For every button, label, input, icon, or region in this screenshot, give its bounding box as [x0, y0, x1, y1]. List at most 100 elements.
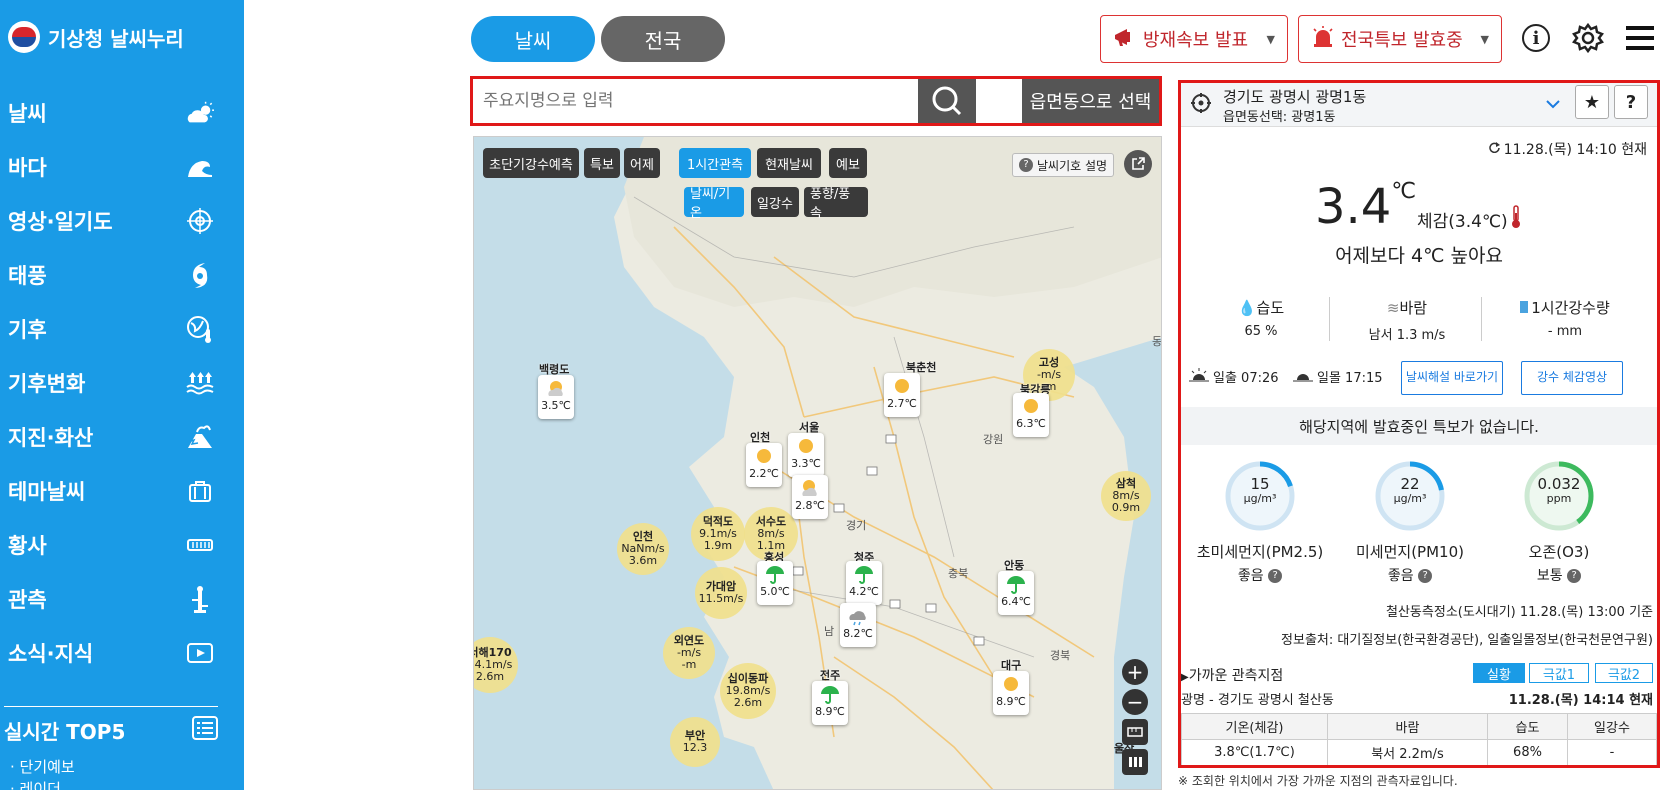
sea-station-bubble[interactable]: 십이동파 19.8m/s 2.6m — [720, 663, 776, 719]
sidebar-item-satellite-chart[interactable]: 영상·일기도 — [0, 194, 244, 248]
sidebar-item-news[interactable]: 소식·지식 — [0, 626, 244, 680]
sidebar-item-climate-change[interactable]: 기후변화 — [0, 356, 244, 410]
sea-station-bubble[interactable]: 부안 12.3 — [670, 717, 720, 767]
chip-wind[interactable]: 풍향/풍속 — [804, 187, 868, 221]
table-cell: 북서 2.2m/s — [1327, 739, 1488, 765]
temperature-value: 3.4 — [1315, 179, 1392, 235]
weather-station-marker[interactable]: 2.8℃ — [792, 475, 828, 519]
disaster-news-button[interactable]: 방재속보 발표 ▼ — [1100, 15, 1288, 63]
emd-select-button[interactable]: 읍면동으로 선택 — [1022, 79, 1159, 123]
national-warning-button[interactable]: 전국특보 발효중 ▼ — [1298, 15, 1502, 63]
region-label: 동 — [1152, 335, 1162, 348]
tab-extreme-1[interactable]: 극값1 — [1529, 663, 1589, 683]
obs-station-name: 광명 - 경기도 광명시 철산동 — [1181, 693, 1334, 708]
chip-yesterday[interactable]: 어제 — [624, 148, 660, 178]
bubble-wave: -m — [681, 658, 697, 672]
top5-item[interactable]: · 레이더 — [10, 778, 61, 799]
region-label: 남 — [824, 625, 835, 638]
search-button[interactable] — [918, 79, 976, 123]
tab-weather[interactable]: 날씨 — [471, 16, 595, 62]
help-button[interactable]: ? — [1614, 85, 1648, 119]
refresh-icon[interactable] — [1488, 141, 1500, 157]
sidebar-item-label: 태풍 — [8, 264, 47, 288]
chevron-down-icon[interactable] — [1545, 95, 1561, 114]
top5-item[interactable]: · 단기예보 — [10, 756, 75, 777]
station-temp: 8.9℃ — [815, 705, 845, 718]
weather-station-marker[interactable]: 3.5℃ — [538, 375, 574, 419]
chip-hourly-obs[interactable]: 1시간관측 — [679, 148, 751, 178]
weather-map[interactable]: 초단기강수예측 특보 어제 1시간관측 현재날씨 예보 날씨/기온 일강수 풍향… — [473, 136, 1162, 790]
sidebar-item-theme-weather[interactable]: 테마날씨 — [0, 464, 244, 518]
crosshair-icon[interactable] — [1191, 93, 1211, 117]
weather-station-marker[interactable]: 2.2℃ — [746, 443, 782, 487]
rain-value: - mm — [1547, 324, 1583, 339]
zoom-in-button[interactable]: + — [1122, 659, 1148, 685]
sea-station-bubble[interactable]: 인천 NaNm/s 3.6m — [617, 523, 669, 575]
chip-daily-rain[interactable]: 일강수 — [751, 187, 799, 217]
weather-station-marker[interactable]: 6.4℃ — [998, 571, 1034, 615]
tab-extreme-2[interactable]: 극값2 — [1595, 663, 1653, 683]
gauge-value: 0.032 — [1537, 475, 1581, 493]
location-bar[interactable]: 경기도 광명시 광명1동 읍면동선택: 광명1동 ★ ? — [1181, 83, 1657, 127]
sea-station-bubble[interactable]: 외연도 -m/s -m — [663, 627, 715, 679]
ruler-icon[interactable] — [1122, 719, 1148, 745]
tab-current-obs[interactable]: 실황 — [1473, 663, 1525, 683]
tab-nation[interactable]: 전국 — [601, 16, 725, 62]
sea-station-bubble[interactable]: 덕적도 9.1m/s 1.9m — [691, 507, 745, 561]
info-icon[interactable]: i — [1522, 24, 1550, 52]
sidebar-item-observation[interactable]: 관측 — [0, 572, 244, 626]
thermometer-icon — [1510, 205, 1522, 234]
favorite-button[interactable]: ★ — [1575, 85, 1609, 119]
sunset-label: 일몰 17:15 — [1317, 371, 1383, 386]
hamburger-menu-icon[interactable] — [1626, 24, 1654, 52]
sidebar-item-typhoon[interactable]: 태풍 — [0, 248, 244, 302]
sidebar-item-weather[interactable]: 날씨 — [0, 86, 244, 140]
sea-station-bubble[interactable]: 삼척 8m/s 0.9m — [1101, 471, 1151, 521]
bubble-wave: 3.6m — [628, 554, 658, 568]
weather-station-marker[interactable]: 8.9℃ — [993, 671, 1029, 715]
chip-forecast[interactable]: 예보 — [829, 148, 867, 178]
zoom-out-button[interactable]: − — [1122, 689, 1148, 715]
external-link-icon[interactable] — [1124, 150, 1152, 178]
chip-nowcast[interactable]: 초단기강수예측 — [483, 148, 579, 178]
weather-station-marker[interactable]: 8.9℃ — [812, 681, 848, 725]
weather-station-marker[interactable]: 3.3℃ — [788, 433, 824, 477]
cloud-sun-icon — [186, 99, 214, 127]
layers-icon[interactable] — [1122, 749, 1148, 775]
weather-station-marker[interactable]: 8.2℃ — [840, 603, 876, 647]
weather-station-marker[interactable]: 6.3℃ — [1013, 393, 1049, 437]
question-icon[interactable]: ? — [1567, 569, 1582, 583]
gauge-unit: ppm — [1546, 491, 1572, 505]
weather-station-marker[interactable]: 2.7℃ — [884, 373, 920, 417]
table-cell: - — [1567, 739, 1657, 765]
question-icon: ? — [1625, 91, 1637, 113]
weather-station-marker[interactable]: 4.2℃ — [846, 561, 882, 605]
sidebar-item-sea[interactable]: 바다 — [0, 140, 244, 194]
sun-icon — [754, 446, 774, 466]
chip-weather-temp[interactable]: 날씨/기온 — [684, 187, 744, 221]
sidebar-item-label: 소식·지식 — [8, 642, 94, 666]
weather-commentary-button[interactable]: 날씨해설 바로가기 — [1401, 361, 1503, 395]
sidebar-item-yellow-dust[interactable]: 황사 — [0, 518, 244, 572]
chip-warning[interactable]: 특보 — [584, 148, 620, 178]
gear-icon[interactable] — [1572, 22, 1604, 54]
question-icon[interactable]: ? — [1418, 569, 1433, 583]
search-input[interactable] — [477, 83, 913, 119]
weather-symbol-legend-button[interactable]: ? 날씨기호 설명 — [1012, 153, 1115, 177]
kma-logo[interactable]: 기상청 날씨누리 — [8, 20, 184, 54]
sidebar-divider — [4, 706, 218, 707]
rain-video-button[interactable]: 강수 체감영상 — [1521, 361, 1623, 395]
divider — [1481, 297, 1482, 341]
sidebar-item-climate[interactable]: 기후 — [0, 302, 244, 356]
sea-station-bubble[interactable]: 가대암 11.5m/s — [695, 567, 747, 619]
question-icon: ? — [1019, 158, 1033, 172]
realtime-top5[interactable]: 실시간 TOP5 — [4, 716, 218, 745]
water-drop-icon: 💧 — [1237, 299, 1257, 317]
question-icon[interactable]: ? — [1268, 569, 1283, 583]
gauge-label: 오존(O3) — [1528, 543, 1590, 561]
weather-station-marker[interactable]: 5.0℃ — [757, 561, 793, 605]
sidebar-item-earthquake-volcano[interactable]: 지진·화산 — [0, 410, 244, 464]
chip-current-weather[interactable]: 현재날씨 — [757, 148, 821, 178]
tower-icon — [186, 585, 214, 613]
list-icon — [192, 716, 218, 745]
